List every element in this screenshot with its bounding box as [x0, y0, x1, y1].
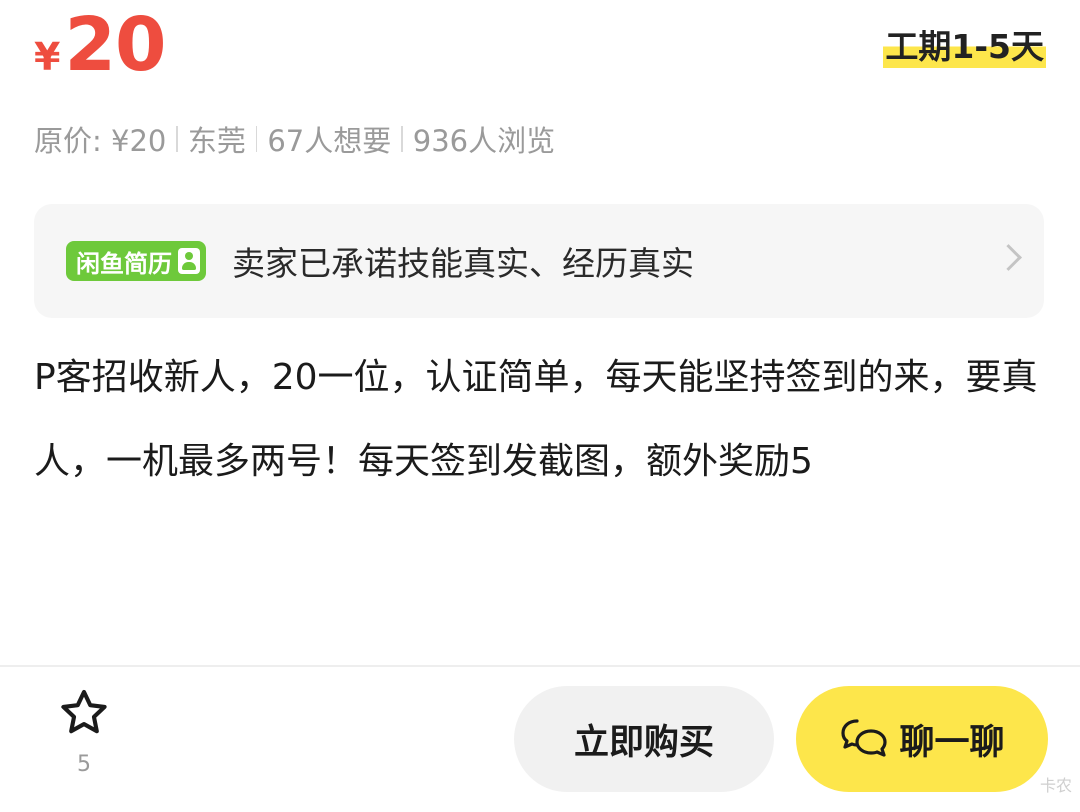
bottom-bar-divider [0, 665, 1080, 667]
divider [255, 126, 258, 152]
want-count: 67人想要 [267, 124, 392, 158]
view-count: 936人浏览 [412, 124, 556, 158]
person-card-icon [178, 248, 200, 274]
location: 东莞 [187, 124, 246, 158]
divider [401, 126, 403, 152]
original-price: 原价: ¥20 [34, 124, 167, 158]
price: ¥ 20 [34, 2, 166, 88]
watermark: 卡农 [1039, 776, 1072, 795]
chevron-right-icon [995, 244, 1022, 271]
resume-banner[interactable]: 闲鱼简历 卖家已承诺技能真实、经历真实 [34, 204, 1044, 318]
favorite-count: 5 [77, 752, 91, 777]
banner-text: 卖家已承诺技能真实、经历真实 [232, 244, 694, 283]
currency-symbol: ¥ [34, 35, 61, 79]
chat-bubbles-icon [841, 719, 888, 757]
item-meta: 原价: ¥20 东莞 67人想要 936人浏览 [34, 118, 555, 160]
star-outline-icon [61, 689, 107, 734]
chat-button-label: 聊一聊 [899, 722, 1005, 763]
chat-button[interactable]: 聊一聊 [796, 686, 1048, 792]
item-description: P客招收新人，20一位，认证简单，每天能坚持签到的来，要真人，一机最多两号！每天… [34, 357, 1038, 482]
resume-badge: 闲鱼简历 [66, 241, 206, 281]
price-amount: 20 [64, 2, 166, 88]
work-period-badge: 工期1-5天 [883, 20, 1046, 68]
buy-now-button[interactable]: 立即购买 [514, 686, 774, 792]
resume-badge-label: 闲鱼简历 [76, 249, 172, 278]
divider [176, 126, 178, 152]
favorite-button[interactable]: 5 [52, 688, 116, 777]
